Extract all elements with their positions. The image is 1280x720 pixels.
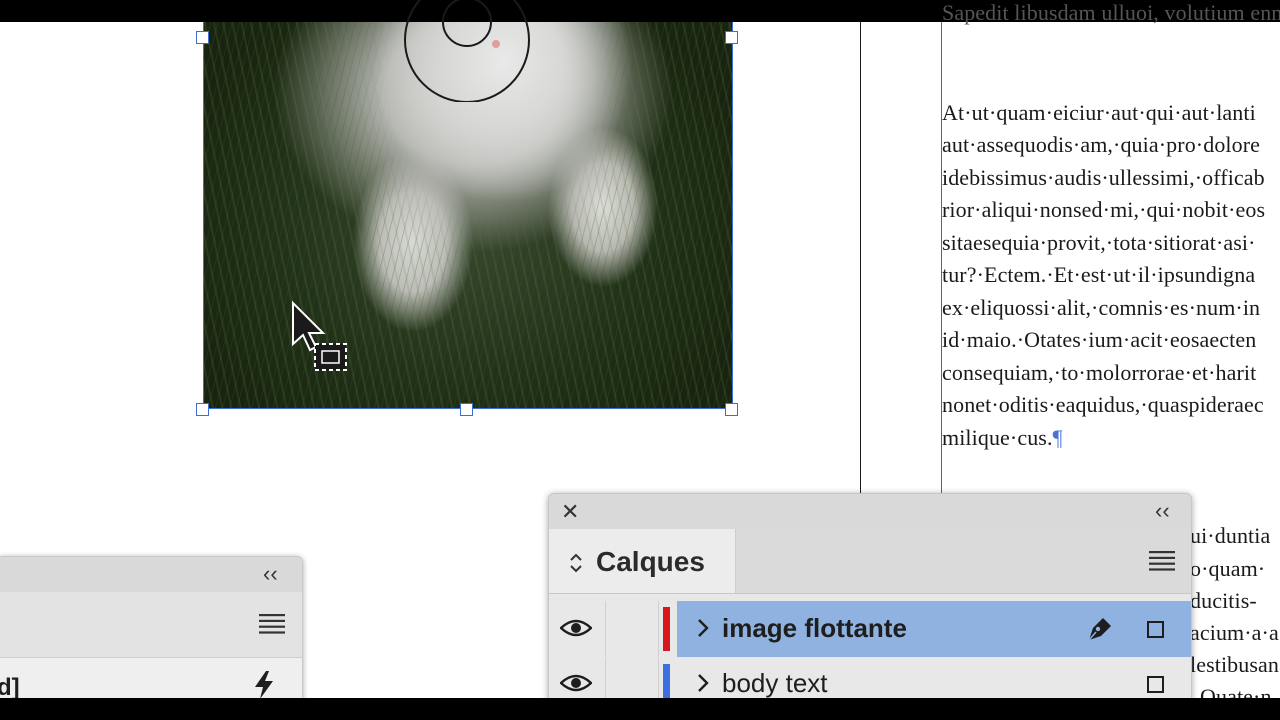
layer-row[interactable]: image flottante	[549, 601, 1191, 657]
layer-name: body text	[722, 668, 828, 698]
hamburger-menu-icon[interactable]	[1149, 551, 1175, 571]
frame-handle-bottom-right[interactable]	[725, 403, 738, 416]
chevron-right-icon[interactable]	[693, 615, 713, 641]
text-line: consequiam,·to·molorrorae·et·harit	[942, 360, 1257, 385]
column-guide	[860, 22, 861, 493]
frame-handle-bottom-left[interactable]	[196, 403, 209, 416]
lock-toggle[interactable]	[606, 601, 659, 657]
tab-calques[interactable]: Calques	[549, 529, 736, 593]
text-line: aut·assequodis·am,·quia·pro·dolore	[942, 132, 1261, 157]
panel-toolbar-row	[0, 592, 302, 658]
lightning-icon[interactable]	[253, 671, 275, 699]
collapse-panel-button[interactable]: ‹‹	[1155, 498, 1170, 524]
text-line: tur?·Ectem.·Et·est·ut·il·ipsundigna	[942, 262, 1256, 287]
left-floating-panel: ‹‹ d]	[0, 556, 303, 718]
text-line: sitaesequia·provit,·tota·sitiorat·asi·	[942, 230, 1256, 255]
text-line: nonet·oditis·eaquidus,·quaspideraec	[942, 392, 1264, 417]
text-line: idebissimus·audis·ullessimi,·officab	[942, 165, 1265, 190]
frame-handle-top-left[interactable]	[196, 31, 209, 44]
text-frame-edge	[941, 22, 942, 493]
tab-title: Calques	[596, 546, 705, 577]
layers-panel-header: ✕ ‹‹	[549, 494, 1191, 530]
up-down-chevron-icon	[570, 553, 582, 573]
eye-icon	[560, 674, 592, 692]
text-line-fragment: o·quam·	[1190, 556, 1266, 581]
text-line: rior·aliqui·nonsed·mi,·qui·nobit·eos	[942, 197, 1266, 222]
text-line-last: milique·cus.¶	[942, 425, 1063, 451]
collapse-panel-button[interactable]: ‹‹	[263, 561, 278, 587]
text-line-fragment: ducitis-	[1190, 588, 1257, 614]
panel-header: ‹‹	[0, 557, 302, 593]
text-line: id·maio.·Otates·ium·acit·eosaecten	[942, 327, 1257, 352]
layer-color-swatch	[663, 607, 670, 651]
bottom-black-bar	[0, 698, 1280, 720]
pilcrow-mark: ¶	[1052, 425, 1063, 450]
layer-name: image flottante	[722, 613, 907, 643]
hamburger-menu-icon[interactable]	[259, 614, 285, 634]
text-line-fragment-text: ducitis-	[1190, 588, 1257, 613]
text-line: Sapedit libusdam ulluoi, volutium ennetu…	[942, 0, 1280, 25]
text-line-fragment: acium·a·a	[1190, 620, 1279, 645]
text-line: At·ut·quam·eiciur·aut·qui·aut·lanti	[942, 100, 1256, 125]
visibility-toggle[interactable]	[549, 601, 606, 657]
selection-square-icon[interactable]	[1147, 621, 1164, 638]
text-line: ex·eliquossi·alit,·comnis·es·num·in	[942, 295, 1261, 320]
frame-handle-bottom-middle[interactable]	[460, 403, 473, 416]
text-line-fragment: ui·duntia	[1190, 523, 1271, 548]
selection-square-icon[interactable]	[1147, 676, 1164, 693]
close-panel-button[interactable]: ✕	[561, 499, 579, 525]
chevron-right-icon[interactable]	[693, 670, 713, 696]
content-grabber-icon[interactable]	[404, 0, 530, 102]
layers-tab-strip: Calques	[549, 529, 1191, 594]
layers-panel: ✕ ‹‹ Calques image flottante body text	[548, 493, 1192, 720]
text-line-fragment: lestibusan	[1190, 652, 1279, 677]
frame-handle-top-right[interactable]	[725, 31, 738, 44]
place-cursor-icon	[292, 300, 347, 371]
pen-icon	[1088, 618, 1111, 641]
layer-name-area[interactable]: image flottante	[677, 601, 1191, 657]
eye-icon	[560, 619, 592, 637]
text-line-end: milique·cus.	[942, 425, 1053, 450]
